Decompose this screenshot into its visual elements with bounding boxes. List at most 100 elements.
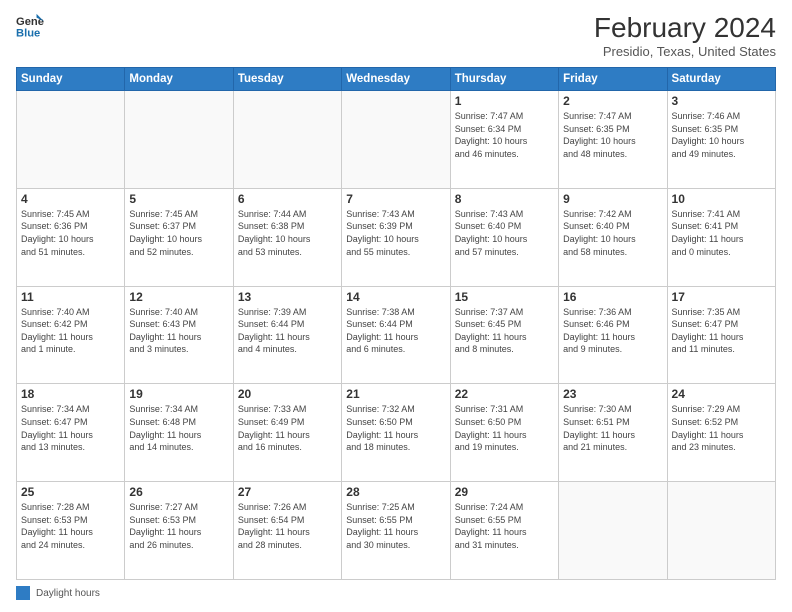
day-info: Sunrise: 7:45 AM Sunset: 6:37 PM Dayligh… [129,208,228,258]
logo: General Blue [16,12,44,40]
calendar-cell: 1 Sunrise: 7:47 AM Sunset: 6:34 PM Daylig… [450,91,558,189]
title-block: February 2024 Presidio, Texas, United St… [594,12,776,59]
day-number: 1 [455,94,554,108]
legend-label: Daylight hours [36,588,100,599]
calendar-cell: 7 Sunrise: 7:43 AM Sunset: 6:39 PM Daylig… [342,188,450,286]
day-number: 10 [672,192,771,206]
calendar-cell: 27 Sunrise: 7:26 AM Sunset: 6:54 PM Dayli… [233,482,341,580]
day-info: Sunrise: 7:25 AM Sunset: 6:55 PM Dayligh… [346,501,445,551]
calendar-cell: 3 Sunrise: 7:46 AM Sunset: 6:35 PM Daylig… [667,91,775,189]
day-info: Sunrise: 7:33 AM Sunset: 6:49 PM Dayligh… [238,403,337,453]
day-info: Sunrise: 7:41 AM Sunset: 6:41 PM Dayligh… [672,208,771,258]
day-number: 19 [129,387,228,401]
calendar-cell: 11 Sunrise: 7:40 AM Sunset: 6:42 PM Dayli… [17,286,125,384]
calendar-cell: 25 Sunrise: 7:28 AM Sunset: 6:53 PM Dayli… [17,482,125,580]
page: General Blue February 2024 Presidio, Tex… [0,0,792,612]
calendar-cell: 21 Sunrise: 7:32 AM Sunset: 6:50 PM Dayli… [342,384,450,482]
day-info: Sunrise: 7:38 AM Sunset: 6:44 PM Dayligh… [346,306,445,356]
day-info: Sunrise: 7:31 AM Sunset: 6:50 PM Dayligh… [455,403,554,453]
day-info: Sunrise: 7:43 AM Sunset: 6:40 PM Dayligh… [455,208,554,258]
calendar-cell [667,482,775,580]
day-number: 28 [346,485,445,499]
calendar-cell: 10 Sunrise: 7:41 AM Sunset: 6:41 PM Dayli… [667,188,775,286]
calendar-cell: 20Sunrise: 7:33 AM Sunset: 6:49 PM Dayli… [233,384,341,482]
day-info: Sunrise: 7:42 AM Sunset: 6:40 PM Dayligh… [563,208,662,258]
calendar-week-3: 18Sunrise: 7:34 AM Sunset: 6:47 PM Dayli… [17,384,776,482]
day-number: 13 [238,290,337,304]
day-info: Sunrise: 7:40 AM Sunset: 6:42 PM Dayligh… [21,306,120,356]
day-info: Sunrise: 7:34 AM Sunset: 6:48 PM Dayligh… [129,403,228,453]
col-header-tuesday: Tuesday [233,68,341,91]
day-info: Sunrise: 7:32 AM Sunset: 6:50 PM Dayligh… [346,403,445,453]
calendar-cell: 14Sunrise: 7:38 AM Sunset: 6:44 PM Dayli… [342,286,450,384]
day-info: Sunrise: 7:26 AM Sunset: 6:54 PM Dayligh… [238,501,337,551]
day-info: Sunrise: 7:28 AM Sunset: 6:53 PM Dayligh… [21,501,120,551]
day-number: 9 [563,192,662,206]
day-number: 27 [238,485,337,499]
calendar-cell: 29 Sunrise: 7:24 AM Sunset: 6:55 PM Dayli… [450,482,558,580]
legend-box [16,586,30,600]
day-info: Sunrise: 7:46 AM Sunset: 6:35 PM Dayligh… [672,110,771,160]
location: Presidio, Texas, United States [594,44,776,59]
day-info: Sunrise: 7:44 AM Sunset: 6:38 PM Dayligh… [238,208,337,258]
calendar-cell: 16Sunrise: 7:36 AM Sunset: 6:46 PM Dayli… [559,286,667,384]
col-header-thursday: Thursday [450,68,558,91]
day-number: 15 [455,290,554,304]
col-header-monday: Monday [125,68,233,91]
day-info: Sunrise: 7:24 AM Sunset: 6:55 PM Dayligh… [455,501,554,551]
col-header-wednesday: Wednesday [342,68,450,91]
logo-icon: General Blue [16,12,44,40]
calendar-cell: 5 Sunrise: 7:45 AM Sunset: 6:37 PM Daylig… [125,188,233,286]
calendar-week-2: 11 Sunrise: 7:40 AM Sunset: 6:42 PM Dayli… [17,286,776,384]
day-number: 11 [21,290,120,304]
day-info: Sunrise: 7:47 AM Sunset: 6:34 PM Dayligh… [455,110,554,160]
day-number: 2 [563,94,662,108]
day-number: 16 [563,290,662,304]
calendar-cell [559,482,667,580]
calendar-week-0: 1 Sunrise: 7:47 AM Sunset: 6:34 PM Daylig… [17,91,776,189]
header: General Blue February 2024 Presidio, Tex… [16,12,776,59]
col-header-saturday: Saturday [667,68,775,91]
day-number: 29 [455,485,554,499]
day-number: 12 [129,290,228,304]
day-number: 25 [21,485,120,499]
day-number: 22 [455,387,554,401]
day-number: 26 [129,485,228,499]
day-number: 5 [129,192,228,206]
calendar-cell: 2 Sunrise: 7:47 AM Sunset: 6:35 PM Daylig… [559,91,667,189]
calendar-cell: 17Sunrise: 7:35 AM Sunset: 6:47 PM Dayli… [667,286,775,384]
day-info: Sunrise: 7:40 AM Sunset: 6:43 PM Dayligh… [129,306,228,356]
calendar-cell: 28 Sunrise: 7:25 AM Sunset: 6:55 PM Dayli… [342,482,450,580]
day-number: 8 [455,192,554,206]
calendar-cell: 24 Sunrise: 7:29 AM Sunset: 6:52 PM Dayli… [667,384,775,482]
day-info: Sunrise: 7:35 AM Sunset: 6:47 PM Dayligh… [672,306,771,356]
day-info: Sunrise: 7:39 AM Sunset: 6:44 PM Dayligh… [238,306,337,356]
calendar-cell [342,91,450,189]
day-number: 3 [672,94,771,108]
calendar-cell: 18Sunrise: 7:34 AM Sunset: 6:47 PM Dayli… [17,384,125,482]
day-number: 6 [238,192,337,206]
svg-text:Blue: Blue [16,27,40,39]
day-number: 7 [346,192,445,206]
calendar-cell: 23Sunrise: 7:30 AM Sunset: 6:51 PM Dayli… [559,384,667,482]
day-number: 23 [563,387,662,401]
col-header-sunday: Sunday [17,68,125,91]
day-number: 21 [346,387,445,401]
day-info: Sunrise: 7:27 AM Sunset: 6:53 PM Dayligh… [129,501,228,551]
footer: Daylight hours [16,586,776,600]
calendar-cell: 22 Sunrise: 7:31 AM Sunset: 6:50 PM Dayli… [450,384,558,482]
day-info: Sunrise: 7:29 AM Sunset: 6:52 PM Dayligh… [672,403,771,453]
calendar-cell: 15Sunrise: 7:37 AM Sunset: 6:45 PM Dayli… [450,286,558,384]
day-number: 24 [672,387,771,401]
calendar-cell [233,91,341,189]
calendar-cell: 26 Sunrise: 7:27 AM Sunset: 6:53 PM Dayli… [125,482,233,580]
calendar-cell: 13 Sunrise: 7:39 AM Sunset: 6:44 PM Dayli… [233,286,341,384]
calendar-header-row: SundayMondayTuesdayWednesdayThursdayFrid… [17,68,776,91]
day-info: Sunrise: 7:47 AM Sunset: 6:35 PM Dayligh… [563,110,662,160]
day-info: Sunrise: 7:43 AM Sunset: 6:39 PM Dayligh… [346,208,445,258]
day-info: Sunrise: 7:34 AM Sunset: 6:47 PM Dayligh… [21,403,120,453]
col-header-friday: Friday [559,68,667,91]
day-number: 4 [21,192,120,206]
calendar-cell: 4Sunrise: 7:45 AM Sunset: 6:36 PM Daylig… [17,188,125,286]
calendar-week-4: 25 Sunrise: 7:28 AM Sunset: 6:53 PM Dayli… [17,482,776,580]
